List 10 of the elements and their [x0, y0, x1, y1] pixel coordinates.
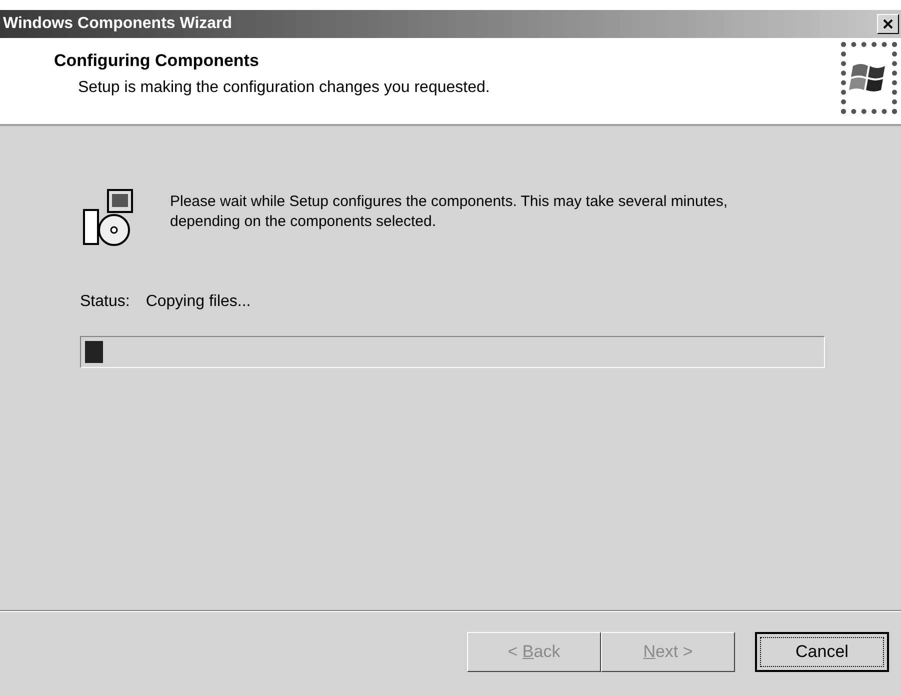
status-label: Status: — [80, 292, 130, 312]
windows-logo-icon — [841, 42, 897, 114]
info-message: Please wait while Setup configures the components. This may take several minutes, depending on the components selected. — [170, 192, 729, 232]
header-title: Configuring Components — [54, 50, 260, 72]
close-icon — [883, 19, 893, 29]
header-subtitle: Setup is making the configuration changes you requested. — [78, 78, 490, 98]
window-title: Windows Components Wizard — [3, 14, 232, 34]
wizard-button[interactable]: Cancel — [755, 632, 889, 672]
status-value: Copying files... — [146, 292, 251, 312]
close-button[interactable] — [877, 14, 899, 34]
